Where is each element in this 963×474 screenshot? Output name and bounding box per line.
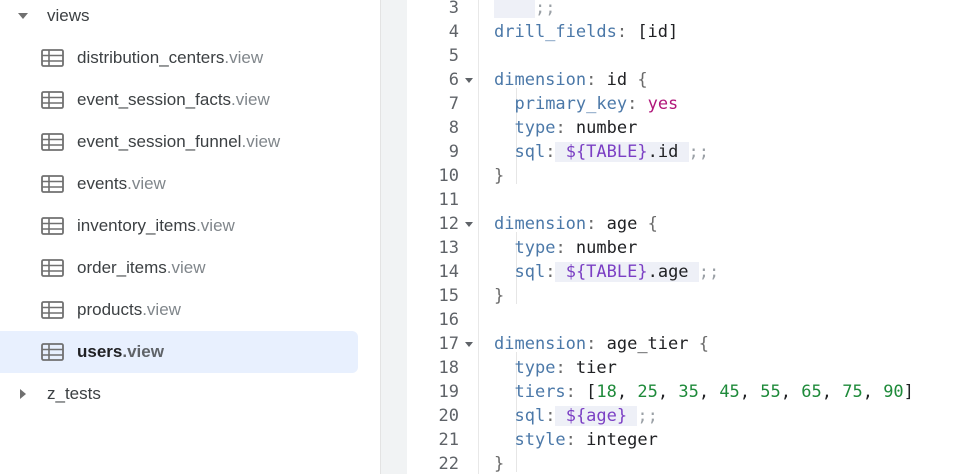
code-line: 12 dimension: age {: [407, 212, 963, 236]
folder-z-tests[interactable]: z_tests: [0, 373, 360, 415]
folder-views[interactable]: views: [0, 0, 360, 37]
code-line: 16: [407, 308, 963, 332]
line-number: 7: [448, 94, 459, 114]
line-number: 5: [448, 46, 459, 66]
line-number: 12: [438, 214, 459, 234]
table-icon: [41, 301, 64, 319]
folder-label: z_tests: [47, 384, 101, 403]
code-text[interactable]: sql: ${TABLE}.id ;;: [494, 140, 709, 164]
file-label: products.view: [77, 300, 181, 319]
table-icon: [41, 217, 64, 235]
code-line: 17 dimension: age_tier {: [407, 332, 963, 356]
file-label: inventory_items.view: [77, 216, 235, 235]
code-line: 6 dimension: id {: [407, 68, 963, 92]
code-text[interactable]: sql: ${age} ;;: [494, 404, 658, 428]
fold-arrow-icon[interactable]: [465, 78, 473, 83]
code-text[interactable]: dimension: age {: [494, 212, 658, 236]
fold-arrow-icon[interactable]: [465, 342, 473, 347]
line-number: 11: [438, 190, 459, 210]
code-text[interactable]: sql: ${TABLE}.age ;;: [494, 260, 719, 284]
line-number: 13: [438, 238, 459, 258]
code-line: 20 sql: ${age} ;;: [407, 404, 963, 428]
line-number: 22: [438, 454, 459, 474]
file-label: distribution_centers.view: [77, 48, 264, 67]
code-line: 22}: [407, 452, 963, 474]
file-label: order_items.view: [77, 258, 206, 277]
line-number: 6: [448, 70, 459, 90]
table-icon: [41, 49, 64, 67]
code-line: 9 sql: ${TABLE}.id ;;: [407, 140, 963, 164]
code-line: 5: [407, 44, 963, 68]
chevron-down-icon[interactable]: [18, 13, 28, 19]
file-item-event-session-funnel[interactable]: event_session_funnel.view: [0, 121, 358, 163]
code-line: 15}: [407, 284, 963, 308]
code-text[interactable]: primary_key: yes: [494, 92, 678, 116]
code-line: 13 type: number: [407, 236, 963, 260]
line-number: 21: [438, 430, 459, 450]
file-item-order-items[interactable]: order_items.view: [0, 247, 358, 289]
code-text[interactable]: ;;: [494, 0, 555, 20]
code-line: 3 ;;: [407, 0, 963, 20]
panel-divider: [381, 0, 407, 474]
file-item-users[interactable]: users.view: [0, 331, 358, 373]
code-line: 14 sql: ${TABLE}.age ;;: [407, 260, 963, 284]
file-item-products[interactable]: products.view: [0, 289, 358, 331]
folder-label: views: [47, 6, 90, 25]
file-browser-sidebar: views distribution_centers.view event_ses…: [0, 0, 381, 474]
code-editor[interactable]: 3 ;; 4 drill_fields: [id] 5 6 dimension: id {…: [407, 0, 963, 474]
fold-arrow-icon[interactable]: [465, 222, 473, 227]
table-icon: [41, 259, 64, 277]
line-number: 15: [438, 286, 459, 306]
table-icon: [41, 343, 64, 361]
code-text[interactable]: style: integer: [494, 428, 657, 452]
code-line: 8 type: number: [407, 116, 963, 140]
file-label: event_session_funnel.view: [77, 132, 281, 151]
code-line: 21 style: integer: [407, 428, 963, 452]
line-number: 8: [448, 118, 459, 138]
file-item-inventory-items[interactable]: inventory_items.view: [0, 205, 358, 247]
table-icon: [41, 91, 64, 109]
code-text[interactable]: type: number: [494, 236, 637, 260]
line-number: 3: [448, 0, 459, 18]
chevron-right-icon[interactable]: [20, 389, 26, 399]
table-icon: [41, 175, 64, 193]
line-number: 4: [448, 22, 459, 42]
table-icon: [41, 133, 64, 151]
code-line: 11: [407, 188, 963, 212]
code-text[interactable]: dimension: id {: [494, 68, 648, 92]
file-label: event_session_facts.view: [77, 90, 270, 109]
code-line: 19 tiers: [18, 25, 35, 45, 55, 65, 75, 9…: [407, 380, 963, 404]
code-line: 18 type: tier: [407, 356, 963, 380]
file-item-distribution-centers[interactable]: distribution_centers.view: [0, 37, 358, 79]
code-line: 10}: [407, 164, 963, 188]
code-text[interactable]: drill_fields: [id]: [494, 20, 678, 44]
code-line: 4 drill_fields: [id]: [407, 20, 963, 44]
line-number: 16: [438, 310, 459, 330]
line-number: 10: [438, 166, 459, 186]
file-label: users.view: [77, 342, 164, 361]
code-text[interactable]: }: [494, 452, 504, 474]
line-number: 14: [438, 262, 459, 282]
file-item-event-session-facts[interactable]: event_session_facts.view: [0, 79, 358, 121]
code-line: 7 primary_key: yes: [407, 92, 963, 116]
file-item-events[interactable]: events.view: [0, 163, 358, 205]
line-number: 20: [438, 406, 459, 426]
line-number: 17: [438, 334, 459, 354]
code-text[interactable]: }: [494, 164, 504, 188]
line-number: 19: [438, 382, 459, 402]
code-text[interactable]: }: [494, 284, 504, 308]
code-text[interactable]: type: tier: [494, 356, 616, 380]
code-text[interactable]: tiers: [18, 25, 35, 45, 55, 65, 75, 90]: [494, 380, 913, 404]
line-number: 9: [448, 142, 459, 162]
code-text[interactable]: dimension: age_tier {: [494, 332, 709, 356]
code-text[interactable]: type: number: [494, 116, 637, 140]
file-label: events.view: [77, 174, 166, 193]
line-number: 18: [438, 358, 459, 378]
